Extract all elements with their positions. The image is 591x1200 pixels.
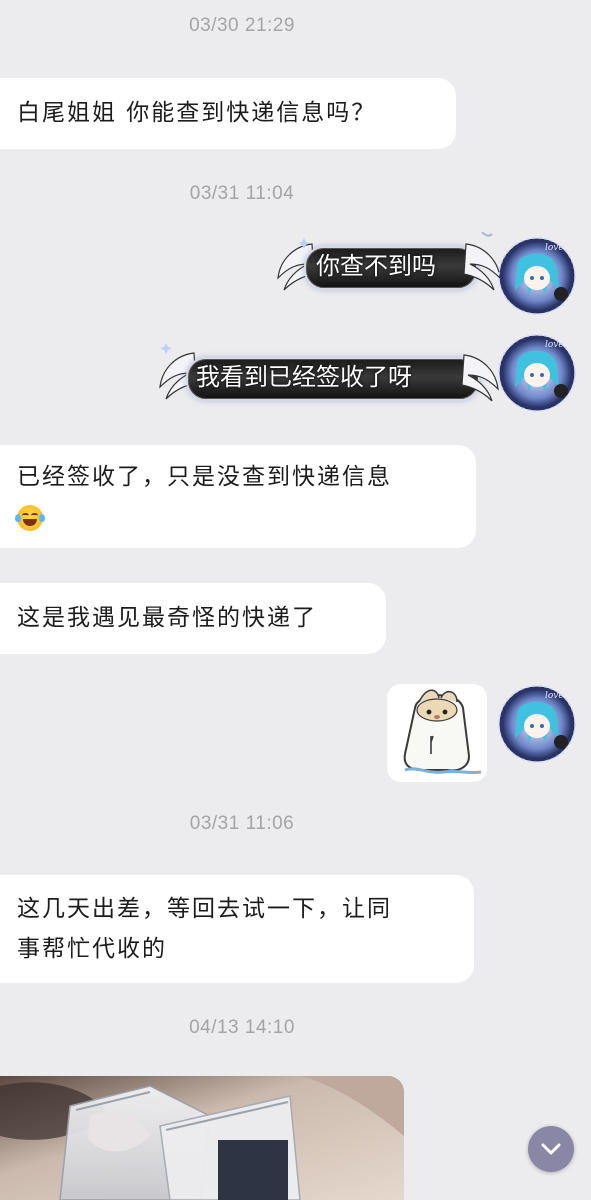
svg-text:love: love — [545, 243, 564, 253]
message-text: 这是我遇见最奇怪的快递了 — [17, 605, 317, 631]
message-bubble-left[interactable]: 白尾姐姐 你能查到快递信息吗？ — [0, 78, 456, 149]
chevron-down-icon — [541, 1143, 561, 1155]
message-text: 白尾姐姐 你能查到快递信息吗？ — [17, 100, 377, 126]
hamster-sticker[interactable] — [387, 684, 487, 782]
svg-text:love: love — [545, 691, 564, 701]
avatar[interactable]: love — [497, 236, 577, 316]
timestamp: 03/31 11:04 — [189, 183, 295, 204]
timestamp: 04/13 14:10 — [189, 1017, 295, 1038]
message-text: 你查不到吗 — [316, 252, 436, 280]
face-with-tears-of-joy-icon — [15, 505, 45, 531]
message-bubble-left[interactable]: 这是我遇见最奇怪的快递了 — [0, 583, 386, 654]
message-bubble-right[interactable]: 你查不到吗 — [277, 232, 501, 292]
message-text: 事帮忙代收的 — [17, 936, 167, 962]
photo-message[interactable] — [0, 1076, 404, 1200]
scroll-to-bottom-button[interactable] — [528, 1126, 574, 1172]
message-text: 已经签收了，只是没查到快递信息 — [17, 464, 392, 490]
avatar[interactable]: love — [497, 333, 577, 413]
timestamp: 03/31 11:06 — [189, 813, 295, 834]
svg-text:love: love — [545, 340, 564, 350]
timestamp: 03/30 21:29 — [189, 15, 295, 36]
message-text: 我看到已经签收了呀 — [196, 363, 412, 391]
photo-image — [0, 1076, 404, 1200]
avatar[interactable]: love — [497, 684, 577, 764]
message-bubble-left[interactable]: 已经签收了，只是没查到快递信息 — [0, 445, 476, 548]
message-text: 这几天出差，等回去试一下，让同 — [17, 896, 392, 922]
message-bubble-left[interactable]: 这几天出差，等回去试一下，让同 事帮忙代收的 — [0, 875, 474, 983]
message-bubble-right[interactable]: 我看到已经签收了呀 — [158, 343, 500, 403]
wing-decoration-icon — [461, 354, 499, 402]
hamster-sticker-icon — [387, 684, 487, 782]
